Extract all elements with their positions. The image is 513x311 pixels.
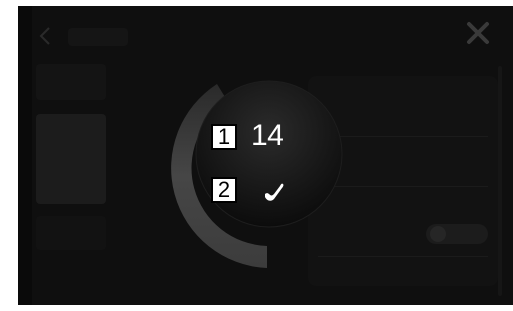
phone-icon[interactable] [259, 177, 287, 205]
divider [318, 256, 488, 257]
settings-panel [308, 76, 498, 286]
level-arc [171, 84, 267, 268]
sidebar-item[interactable] [36, 216, 106, 250]
chevron-left-icon[interactable] [38, 26, 52, 46]
sidebar-item[interactable] [36, 64, 106, 100]
toggle-knob [430, 226, 446, 242]
edge-shade [18, 6, 32, 305]
marker-1: 1 [211, 124, 237, 150]
scrollbar[interactable] [498, 66, 502, 296]
divider [318, 186, 488, 187]
marker-2: 2 [211, 177, 237, 203]
title-bar [68, 28, 128, 46]
value-display: 14 [251, 119, 284, 152]
divider [318, 136, 488, 137]
close-icon[interactable] [463, 18, 493, 48]
sidebar-item[interactable] [36, 114, 106, 204]
screen: 1 14 2 [18, 6, 513, 305]
